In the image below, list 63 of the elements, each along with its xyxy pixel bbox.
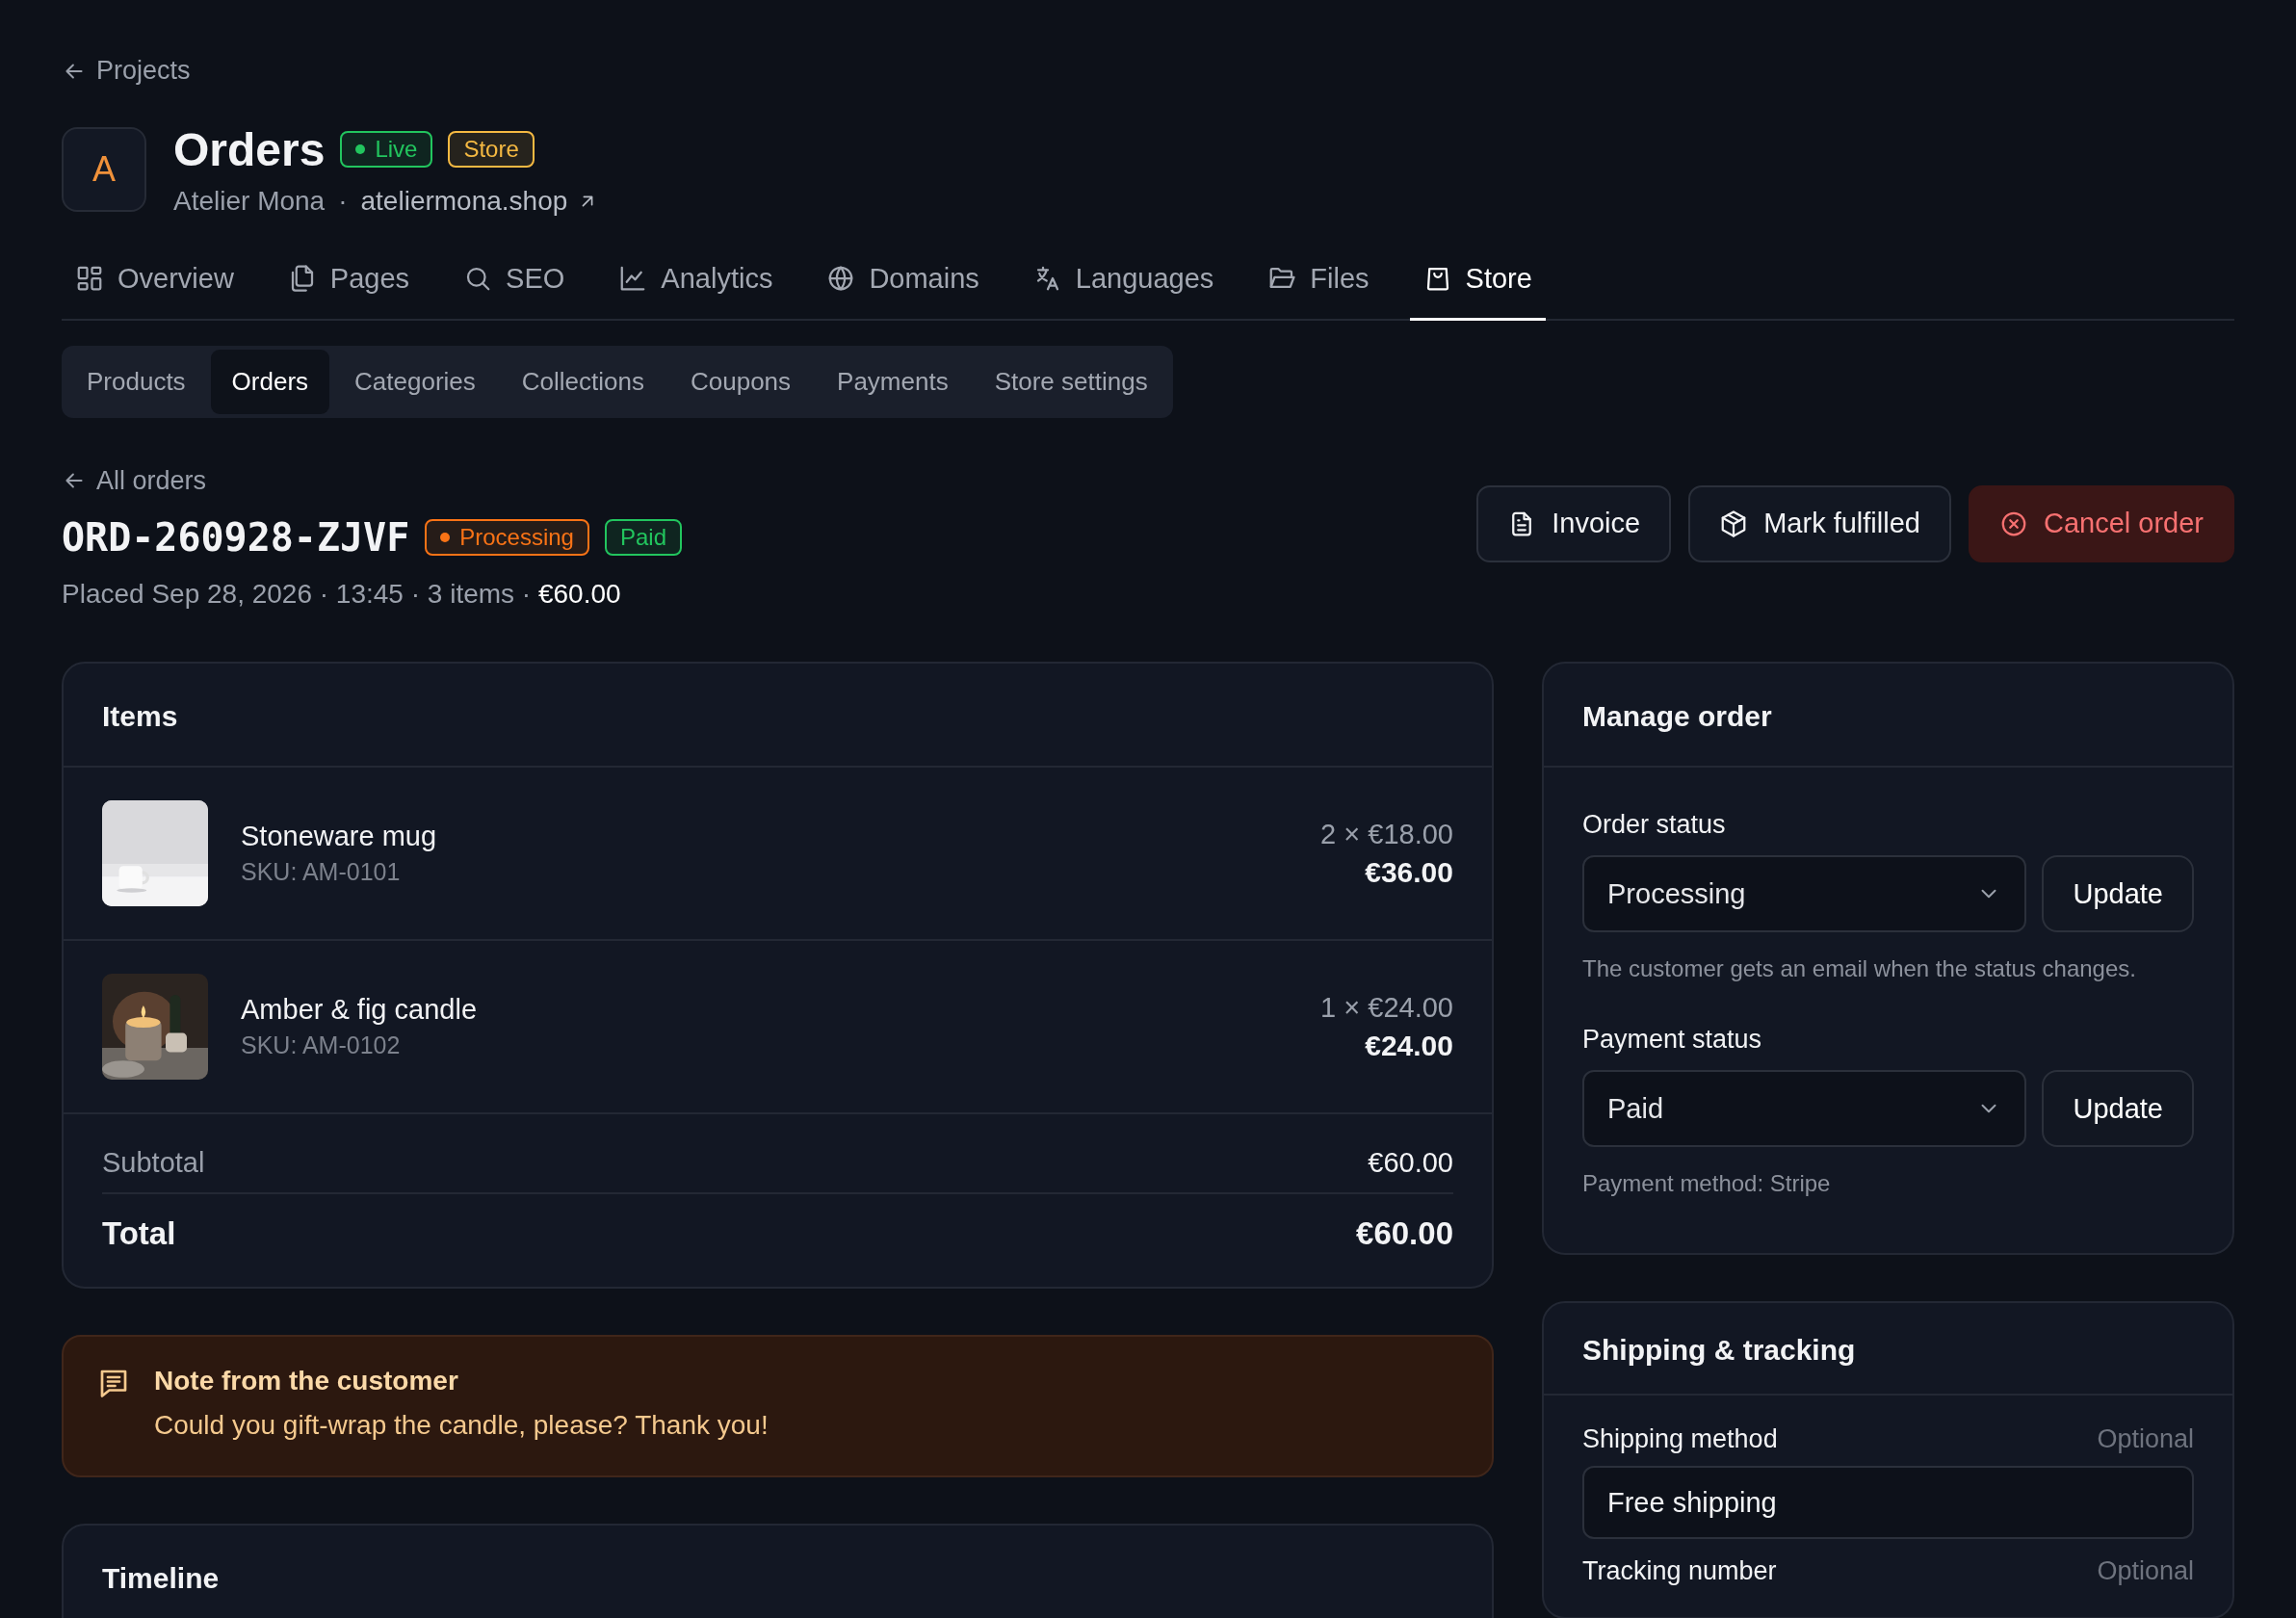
action-button[interactable]: Invoice — [1476, 484, 1672, 562]
status-badge: Store — [448, 131, 535, 168]
subtab[interactable]: Coupons — [669, 349, 813, 414]
status-select[interactable]: Processing — [1582, 855, 2027, 932]
nav-tab[interactable]: Pages — [274, 252, 424, 321]
item-sku: SKU: AM-0101 — [241, 858, 402, 886]
field-label: Payment status — [1582, 1025, 1763, 1055]
subtotal-label: Subtotal — [102, 1147, 205, 1179]
nav-tab[interactable]: Languages — [1019, 252, 1228, 321]
total-value: €60.00 — [1356, 1215, 1453, 1252]
order-number: ORD-260928-ZJVF — [62, 515, 410, 560]
help-text: The customer gets an email when the status changes. — [1582, 955, 2137, 982]
update-button[interactable]: Update — [2042, 1070, 2194, 1147]
subtab[interactable]: Categories — [333, 349, 497, 414]
nav-tab[interactable]: Files — [1254, 252, 1383, 321]
item-sku: SKU: AM-0102 — [241, 1031, 402, 1059]
page-title: Orders — [173, 122, 326, 176]
item-name: Amber & fig candle — [241, 994, 478, 1026]
total-label: Total — [102, 1215, 176, 1252]
subtab[interactable]: Payments — [816, 349, 970, 414]
card-title: Timeline — [102, 1562, 221, 1595]
card-title: Manage order — [1582, 700, 1773, 733]
field-label: Order status — [1582, 810, 1727, 840]
input-field[interactable]: Free shipping — [1582, 1466, 2194, 1539]
subtab[interactable]: Collections — [500, 349, 665, 414]
optional-hint: Optional — [2097, 1556, 2194, 1586]
action-button[interactable]: Mark fulfilled — [1688, 484, 1951, 562]
nav-tab[interactable]: Overview — [62, 252, 248, 321]
cancel-button[interactable]: Cancel order — [1968, 484, 2234, 562]
card-title: Items — [102, 700, 179, 733]
item-quantity-price: 1 × €24.00 — [1320, 991, 1453, 1024]
card-title: Shipping & tracking — [1582, 1334, 1857, 1367]
status-badge: Live — [340, 131, 433, 168]
subtab[interactable]: Products — [65, 349, 207, 414]
help-text: Payment method: Stripe — [1582, 1170, 1832, 1197]
item-quantity-price: 2 × €18.00 — [1320, 818, 1453, 850]
item-total: €36.00 — [1364, 855, 1453, 889]
grid-icon — [75, 264, 104, 293]
project-avatar: A — [62, 126, 146, 212]
update-button[interactable]: Update — [2042, 855, 2194, 932]
nav-tab[interactable]: Domains — [813, 252, 993, 321]
back-link[interactable]: Projects — [62, 56, 191, 86]
nav-tab[interactable]: Analytics — [605, 252, 787, 321]
nav-tab[interactable]: Store — [1409, 252, 1546, 321]
subtab[interactable]: Store settings — [973, 349, 1169, 414]
order-meta: Placed Sep 28, 2026 · 13:45 · 3 items · €60.00 — [62, 579, 622, 610]
separator: · — [338, 185, 348, 217]
item-total: €24.00 — [1364, 1029, 1453, 1062]
item-name: Stoneware mug — [241, 821, 438, 852]
subtotal-value: €60.00 — [1368, 1147, 1453, 1179]
nav-tab[interactable]: SEO — [450, 252, 579, 321]
note-title: Note from the customer — [154, 1366, 459, 1396]
status-badge: Processing — [425, 519, 589, 556]
status-badge: Paid — [604, 519, 682, 556]
back-link[interactable]: All orders — [62, 465, 207, 496]
status-select[interactable]: Paid — [1582, 1070, 2027, 1147]
project-owner: Atelier Mona — [173, 185, 326, 217]
subtab[interactable]: Orders — [210, 349, 330, 414]
field-label: Shipping method — [1582, 1424, 1778, 1454]
optional-hint: Optional — [2097, 1424, 2194, 1454]
note-text: Could you gift-wrap the candle, please? Thank you! — [154, 1410, 769, 1441]
field-label: Tracking number — [1582, 1556, 1777, 1586]
site-link[interactable]: ateliermona.shop — [360, 185, 599, 217]
